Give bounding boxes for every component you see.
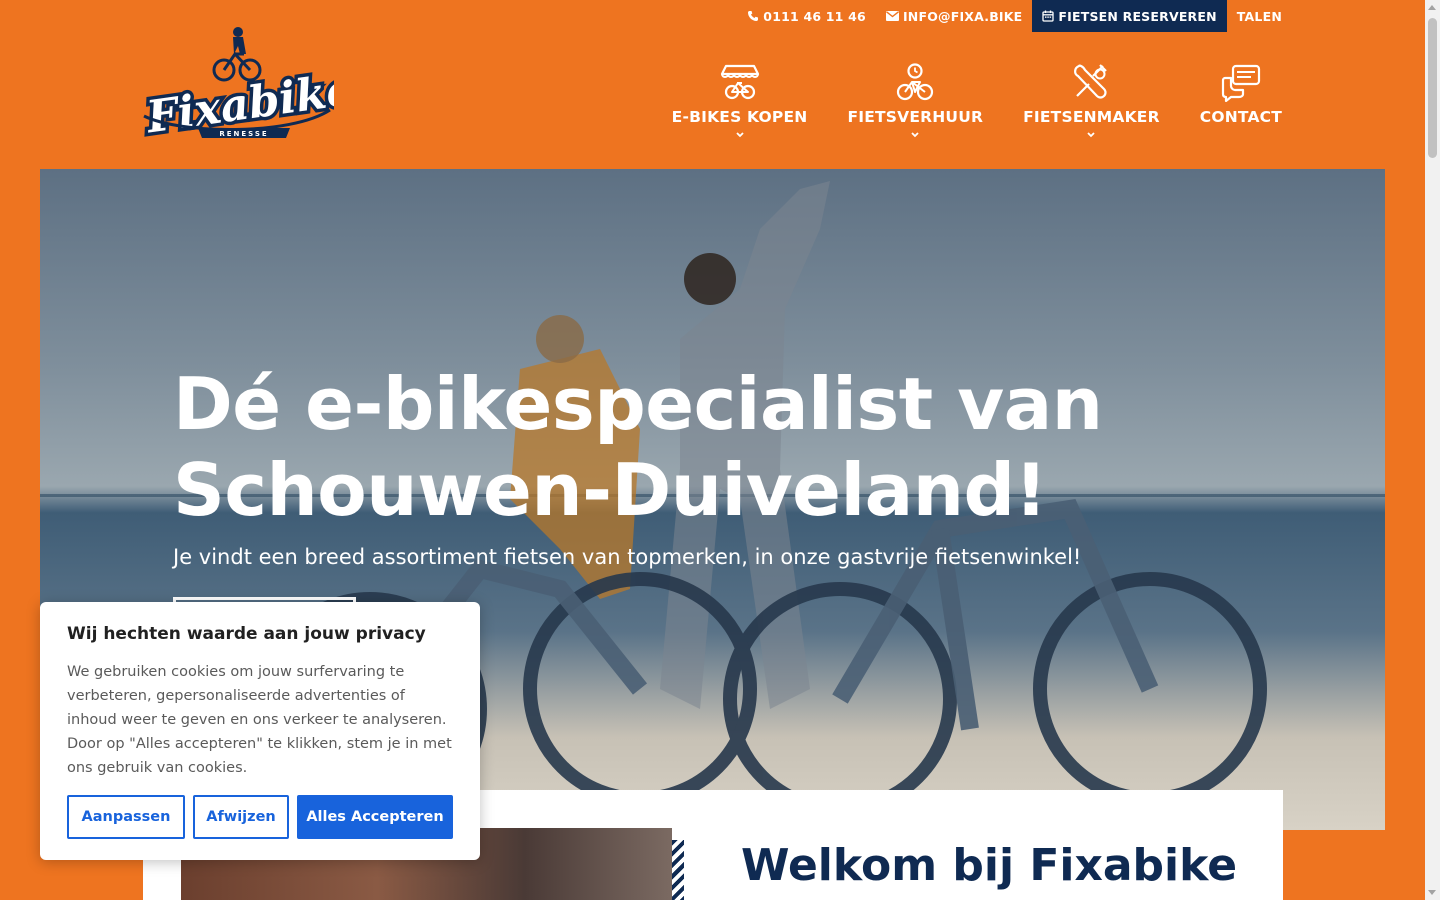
chevron-down-icon: [1087, 132, 1096, 138]
chevron-down-icon: [735, 132, 744, 138]
reserve-bikes-button[interactable]: FIETSEN RESERVEREN: [1032, 0, 1227, 32]
fixabike-logo[interactable]: Fixabike RENESSE: [138, 24, 361, 147]
nav-label: FIETSENMAKER: [1023, 108, 1160, 126]
cookie-body: We gebruiken cookies om jouw surfervarin…: [67, 664, 452, 776]
logo-graphic: Fixabike RENESSE: [138, 27, 361, 147]
nav-item-fietsenmaker[interactable]: FIETSENMAKER: [1023, 62, 1160, 140]
logo-location: RENESSE: [219, 130, 268, 138]
page-scrollbar[interactable]: [1425, 0, 1440, 900]
welcome-heading: Welkom bij Fixabike: [741, 840, 1238, 891]
main-nav: E-BIKES KOPEN FIETSVERHUUR FIETSENMAKER …: [672, 62, 1282, 140]
calendar-icon: [1042, 10, 1055, 22]
phone-link[interactable]: 0111 46 11 46: [737, 0, 876, 32]
hero-subtitle: Je vindt een breed assortiment fietsen v…: [173, 545, 1082, 569]
nav-item-contact[interactable]: CONTACT: [1200, 62, 1282, 140]
nav-label: FIETSVERHUUR: [847, 108, 984, 126]
email-link[interactable]: INFO@FIXA.BIKE: [876, 0, 1032, 32]
hero-title-line1: Dé e-bikespecialist van: [173, 362, 1103, 446]
languages-label: TALEN: [1236, 8, 1282, 24]
cookie-buttons: Aanpassen Afwijzen Alles Accepteren: [67, 795, 453, 839]
chat-bubbles-icon: [1221, 64, 1260, 102]
phone-number: 0111 46 11 46: [763, 8, 866, 24]
repair-tools-icon: [1074, 64, 1108, 99]
nav-item-ebikes-kopen[interactable]: E-BIKES KOPEN: [672, 62, 808, 140]
reserve-label: FIETSEN RESERVEREN: [1058, 8, 1217, 24]
nav-item-fietsverhuur[interactable]: FIETSVERHUUR: [847, 62, 983, 140]
phone-icon: [748, 11, 759, 21]
scroll-up-icon[interactable]: [1428, 5, 1436, 10]
scrollbar-thumb[interactable]: [1428, 18, 1437, 158]
hero-title-line2: Schouwen-Duiveland!: [173, 448, 1047, 532]
cookie-title: Wij hechten waarde aan jouw privacy: [67, 624, 426, 644]
envelope-icon: [885, 11, 899, 21]
reject-button[interactable]: Afwijzen: [193, 795, 289, 839]
nav-label: E-BIKES KOPEN: [671, 108, 808, 126]
email-address: INFO@FIXA.BIKE: [902, 8, 1023, 24]
accept-all-button[interactable]: Alles Accepteren: [297, 795, 453, 839]
cookie-consent-dialog: Wij hechten waarde aan jouw privacy We g…: [40, 602, 480, 860]
scroll-down-icon[interactable]: [1428, 890, 1436, 895]
decorative-stripes: [672, 840, 684, 900]
languages-menu[interactable]: TALEN: [1227, 0, 1282, 32]
bike-shop-icon: [720, 64, 759, 100]
hero-title: Dé e-bikespecialist van Schouwen-Duivela…: [173, 361, 1173, 533]
top-bar: 0111 46 11 46 INFO@FIXA.BIKE FIETSEN RES…: [737, 0, 1282, 32]
customize-button[interactable]: Aanpassen: [67, 795, 185, 839]
chevron-down-icon: [911, 132, 919, 138]
nav-label: CONTACT: [1199, 108, 1282, 126]
bike-rental-icon: [897, 63, 934, 101]
